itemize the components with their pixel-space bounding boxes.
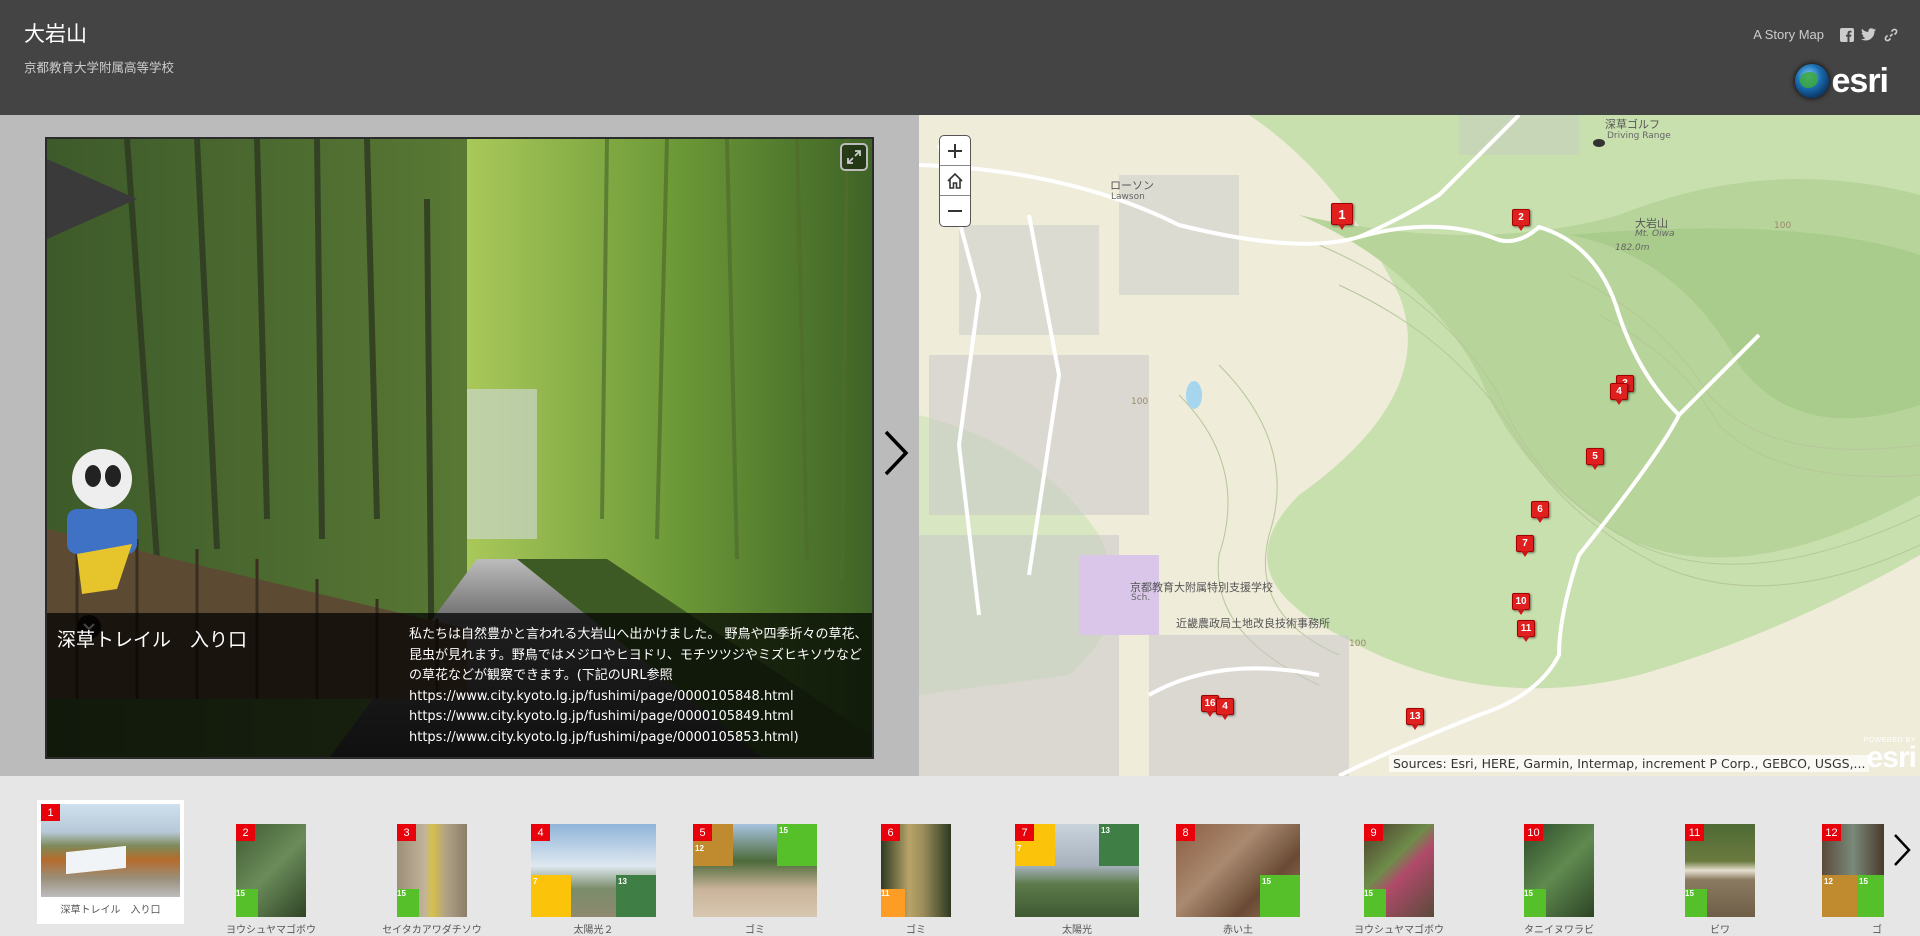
sdg-15-badge: 15 — [1524, 889, 1546, 917]
caption-link[interactable]: https://www.city.kyoto.lg.jp/fushimi/pag… — [409, 707, 869, 728]
carousel-item-label: 太陽光２ — [573, 925, 614, 936]
sdg-13-badge: 13 — [616, 875, 656, 917]
carousel-item-label: タニイヌワラビ — [1524, 925, 1594, 936]
map-pin[interactable]: 7 — [1516, 535, 1534, 557]
thumbnail-image: 1 — [41, 804, 180, 897]
thumbnail-image: 8 15 — [1176, 824, 1300, 917]
thumbnail-image: 7 7 13 — [1015, 824, 1139, 917]
map-panel[interactable]: ローソン Lawson 深草ゴルフ Driving Range 大岩山 Mt. … — [919, 115, 1920, 776]
carousel-next-button[interactable] — [1890, 830, 1914, 870]
map-label-golf: 深草ゴルフ — [1605, 118, 1660, 131]
thumbnail-image: 2 15 — [236, 824, 306, 917]
map-zoom-control — [939, 135, 971, 227]
map-label-elevation: 182.0m — [1615, 243, 1650, 253]
story-carousel: 1 深草トレイル 入り口 2 15 ヨウシュヤマゴボウ 3 15 セイタカアワダ… — [0, 776, 1920, 936]
carousel-item-label: セイタカアワダチソウ — [382, 925, 482, 936]
thumbnail-image: 4 7 13 — [531, 824, 656, 917]
map-pin[interactable]: 4 — [1216, 698, 1234, 720]
caption-title: 深草トレイル 入り口 — [57, 629, 248, 651]
thumbnail-image: 9 15 — [1364, 824, 1434, 917]
carousel-item-label: ゴミ — [745, 925, 765, 936]
map-label-school-abbr: Sch. — [1131, 593, 1151, 603]
map-pin[interactable]: 2 — [1512, 209, 1530, 231]
thumbnail-image: 10 15 — [1524, 824, 1594, 917]
header-share-bar: A Story Map — [1753, 27, 1898, 42]
media-viewer: 深草トレイル 入り口 私たちは自然豊かと言われる大岩山へ出かけました。 野鳥や四… — [45, 137, 874, 759]
thumbnail-image: 6 11 — [881, 824, 951, 917]
map-pin[interactable]: 13 — [1406, 708, 1424, 730]
sdg-15-badge: 15 — [1685, 889, 1707, 917]
powered-by-esri-logo[interactable]: POWERED BY esri — [1864, 737, 1917, 773]
sdg-15-badge: 15 — [1364, 889, 1386, 917]
thumbnail-image: 3 15 — [397, 824, 467, 917]
expand-icon — [847, 150, 861, 164]
sdg-15-badge: 15 — [397, 889, 419, 917]
carousel-item-label: ヨウシュヤマゴボウ — [1354, 925, 1444, 936]
sdg-11-badge: 11 — [881, 889, 905, 917]
carousel-item-1[interactable]: 1 深草トレイル 入り口 — [37, 800, 184, 924]
map-label-lawson: ローソン — [1110, 179, 1154, 192]
sdg-12-badge: 12 — [1822, 875, 1857, 917]
carousel-item-label: ゴ — [1872, 925, 1882, 936]
thumbnail-image: 5 12 15 — [693, 824, 817, 917]
map-label-contour: 100 — [1131, 397, 1149, 407]
map-label-school: 京都教育大附属特別支援学校 — [1130, 581, 1273, 594]
carousel-item-label: 深草トレイル 入り口 — [60, 905, 161, 916]
map-pin[interactable]: 1 — [1331, 203, 1353, 230]
home-button[interactable] — [940, 166, 970, 196]
map-label-contour: 100 — [1349, 639, 1367, 649]
carousel-item-label: ビワ — [1710, 925, 1730, 936]
sdg-7-badge: 7 — [531, 875, 571, 917]
carousel-item-label: ゴミ — [906, 925, 926, 936]
map-label-contour: 100 — [1774, 221, 1792, 231]
home-icon — [947, 172, 963, 189]
twitter-icon[interactable] — [1861, 27, 1876, 42]
sdg-13-badge: 13 — [1099, 824, 1139, 866]
link-icon[interactable] — [1883, 27, 1898, 42]
zoom-in-button[interactable] — [940, 136, 970, 166]
facebook-icon[interactable] — [1839, 27, 1854, 42]
story-title: 大岩山 — [24, 22, 87, 46]
caption-link[interactable]: https://www.city.kyoto.lg.jp/fushimi/pag… — [409, 728, 869, 749]
thumbnail-image: 11 15 — [1685, 824, 1755, 917]
esri-logo[interactable]: esri — [1794, 64, 1889, 98]
map-pin[interactable]: 11 — [1517, 620, 1535, 642]
sdg-15-badge: 15 — [1260, 875, 1300, 917]
map-pin[interactable]: 5 — [1586, 448, 1604, 470]
caption-paragraph: 私たちは自然豊かと言われる大岩山へ出かけました。 野鳥や四季折々の草花、昆虫が見… — [409, 627, 868, 683]
map-pin[interactable]: 4 — [1610, 383, 1628, 405]
sdg-15-badge: 15 — [236, 889, 258, 917]
thumbnail-image: 12 12 15 — [1822, 824, 1884, 917]
map-attribution: Sources: Esri, HERE, Garmin, Intermap, i… — [1389, 755, 1870, 772]
sdg-15-badge: 15 — [1857, 875, 1884, 917]
zoom-out-button[interactable] — [940, 196, 970, 226]
carousel-item-label: 太陽光 — [1062, 925, 1092, 936]
header: 大岩山 京都教育大学附属高等学校 A Story Map esri — [0, 0, 1920, 115]
topographic-basemap — [919, 115, 1920, 776]
story-map-link[interactable]: A Story Map — [1753, 27, 1824, 42]
sdg-15-badge: 15 — [777, 824, 817, 866]
chevron-right-icon — [1894, 834, 1911, 866]
map-label-lawson-en: Lawson — [1111, 192, 1145, 202]
carousel-item-label: 赤い土 — [1223, 925, 1253, 936]
map-pin[interactable]: 10 — [1512, 593, 1530, 615]
media-panel: 深草トレイル 入り口 私たちは自然豊かと言われる大岩山へ出かけました。 野鳥や四… — [0, 115, 919, 776]
caption-link[interactable]: https://www.city.kyoto.lg.jp/fushimi/pag… — [409, 687, 869, 708]
plus-icon — [948, 143, 962, 158]
caption-text: 私たちは自然豊かと言われる大岩山へ出かけました。 野鳥や四季折々の草花、昆虫が見… — [409, 625, 869, 748]
map-label-office: 近畿農政局土地改良技術事務所 — [1176, 617, 1330, 630]
map-label-golf-en: Driving Range — [1607, 131, 1671, 141]
map-label-mountain-en: Mt. Oiwa — [1635, 229, 1675, 239]
story-subtitle: 京都教育大学附属高等学校 — [24, 60, 175, 75]
globe-icon — [1794, 64, 1829, 98]
minus-icon — [948, 210, 962, 212]
map-pin[interactable]: 6 — [1531, 501, 1549, 523]
fullscreen-button[interactable] — [840, 143, 868, 171]
chevron-right-icon — [884, 430, 909, 476]
caption-panel: 深草トレイル 入り口 私たちは自然豊かと言われる大岩山へ出かけました。 野鳥や四… — [47, 613, 872, 757]
carousel-item-label: ヨウシュヤマゴボウ — [226, 925, 316, 936]
next-entry-button[interactable] — [878, 425, 914, 481]
